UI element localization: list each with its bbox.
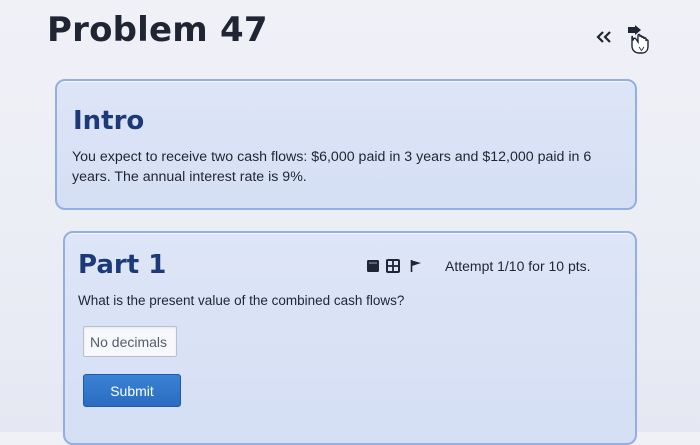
intro-text: You expect to receive two cash flows: $6…: [72, 149, 592, 185]
question-text: What is the present value of the combine…: [78, 293, 405, 308]
pointer-hand-icon[interactable]: [622, 24, 650, 54]
double-chevron-left-icon[interactable]: [596, 31, 612, 43]
submit-button[interactable]: Submit: [83, 374, 181, 407]
intro-card: Intro You expect to receive two cash flo…: [55, 79, 637, 210]
part-toolbar: [366, 259, 436, 275]
part-title: Part 1: [78, 250, 167, 280]
attempt-counter: Attempt 1/10 for 10 pts.: [445, 258, 591, 274]
flag-icon[interactable]: [410, 259, 422, 273]
problem-title: Problem 47: [47, 10, 268, 50]
page-header: Problem 47: [0, 0, 700, 70]
note-icon[interactable]: [366, 259, 380, 273]
calculator-icon[interactable]: [386, 259, 400, 273]
intro-title: Intro: [73, 106, 145, 136]
answer-input[interactable]: [83, 326, 177, 357]
part-card: Part 1 Attempt 1/10 for 10 pts. What is …: [63, 231, 637, 445]
